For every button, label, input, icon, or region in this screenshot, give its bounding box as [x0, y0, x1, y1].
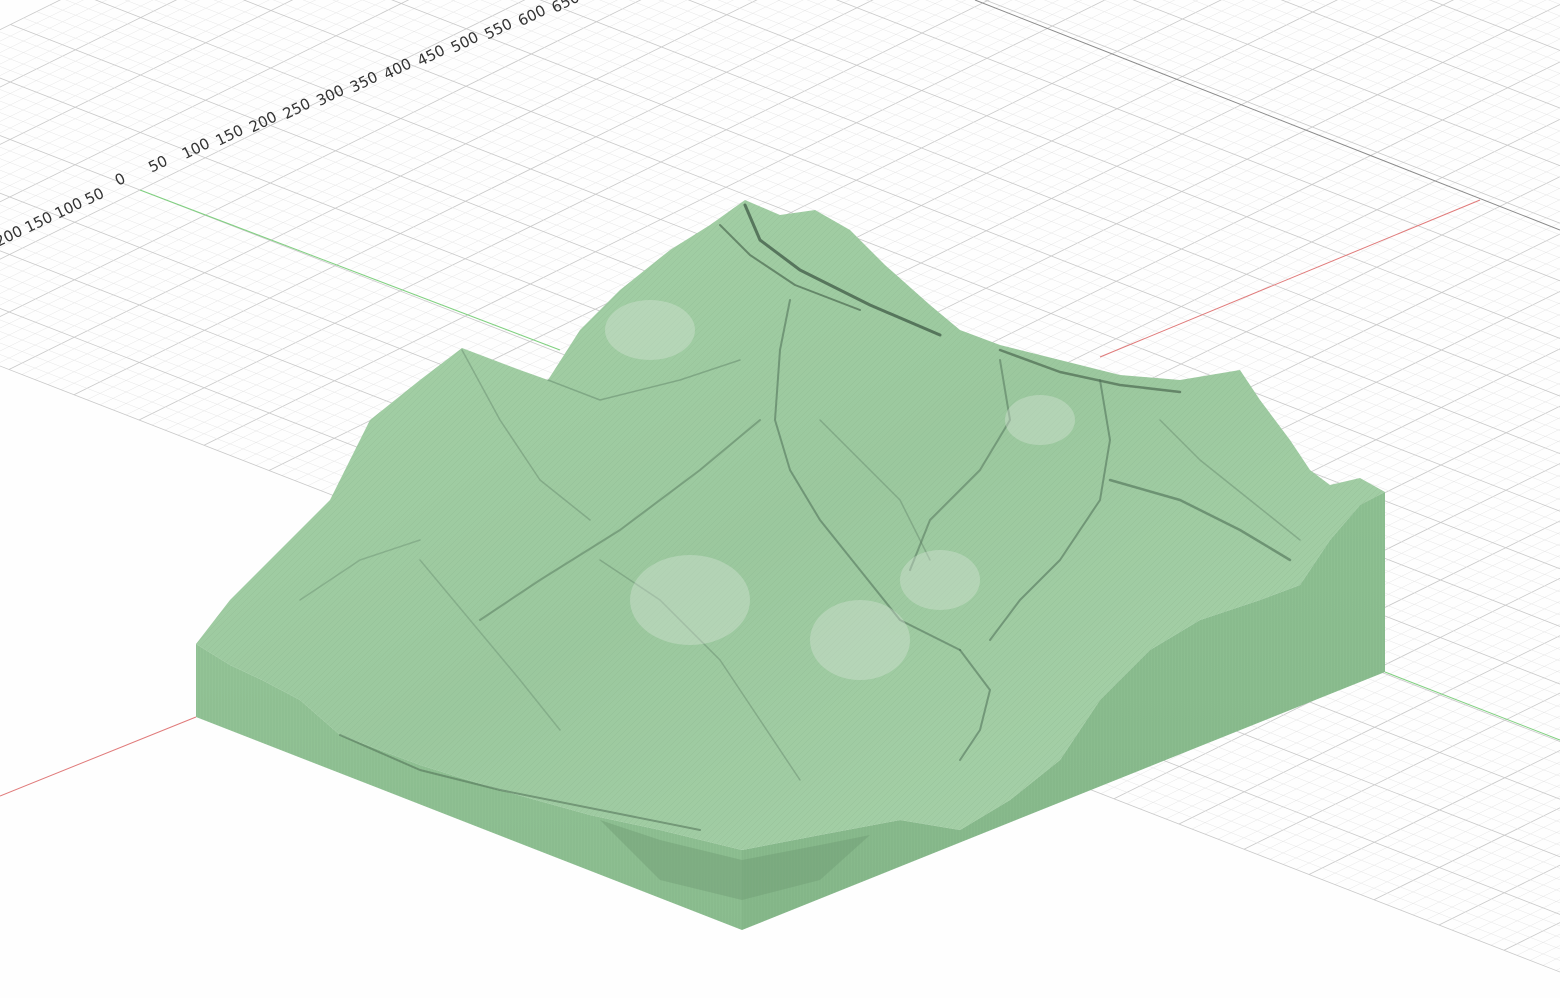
- axis-tick-label: 0: [112, 169, 128, 189]
- grid-line: [1555, 968, 1560, 971]
- 3d-viewport[interactable]: 0501001502002503003504004505005506006507…: [0, 0, 1560, 998]
- grid-line: [1002, 0, 1560, 342]
- grid-line: [1302, 0, 1560, 194]
- grid-line: [1355, 0, 1560, 168]
- grid-line: [950, 0, 1560, 368]
- axis-tick-label: 250: [280, 94, 314, 123]
- axis-tick-label: 150: [22, 208, 56, 237]
- grid-line: [1107, 0, 1560, 291]
- axis-tick-label: 600: [515, 1, 549, 30]
- grid-line: [1407, 0, 1560, 142]
- grid-line: [1224, 0, 1560, 233]
- axis-tick-label: 350: [347, 68, 381, 97]
- grid-line: [0, 0, 131, 65]
- grid-line: [1250, 0, 1560, 220]
- grid-line: [1433, 0, 1560, 129]
- axis-tick-label: 700: [582, 0, 616, 3]
- grid-line: [1055, 0, 1560, 317]
- grid-line: [1282, 727, 1560, 865]
- axis-tick-label: 100: [52, 194, 86, 223]
- grid-line: [1094, 0, 1560, 297]
- grid-line: [963, 0, 1560, 362]
- axis-tick-label: 50: [145, 152, 170, 177]
- terrain-model[interactable]: [196, 200, 1385, 930]
- x-axis-red: [0, 716, 197, 797]
- grid-line: [1334, 773, 1560, 885]
- grid-line: [0, 0, 84, 42]
- axis-tick-label: 50: [82, 184, 107, 209]
- x-axis-red-back: [1099, 199, 1481, 358]
- axis-tick-label: 400: [381, 54, 415, 83]
- grid-line: [1368, 0, 1560, 162]
- grid-line: [1159, 0, 1560, 265]
- grid-line: [1172, 0, 1560, 258]
- grid-line: [1256, 704, 1560, 855]
- axis-tick-label: 200: [0, 222, 25, 251]
- grid-line: [1529, 945, 1560, 961]
- scene-canvas: 0501001502002503003504004505005506006507…: [0, 0, 1560, 973]
- grid-line: [924, 0, 1560, 381]
- axis-tick-label: 300: [313, 81, 347, 110]
- grid-line: [1308, 749, 1560, 875]
- grid-line: [911, 0, 1560, 387]
- grid-line: [1028, 0, 1560, 329]
- grid-line: [1412, 841, 1560, 916]
- grid-line: [1295, 738, 1560, 870]
- grid-line: [898, 0, 1560, 394]
- grid-line: [1464, 887, 1560, 936]
